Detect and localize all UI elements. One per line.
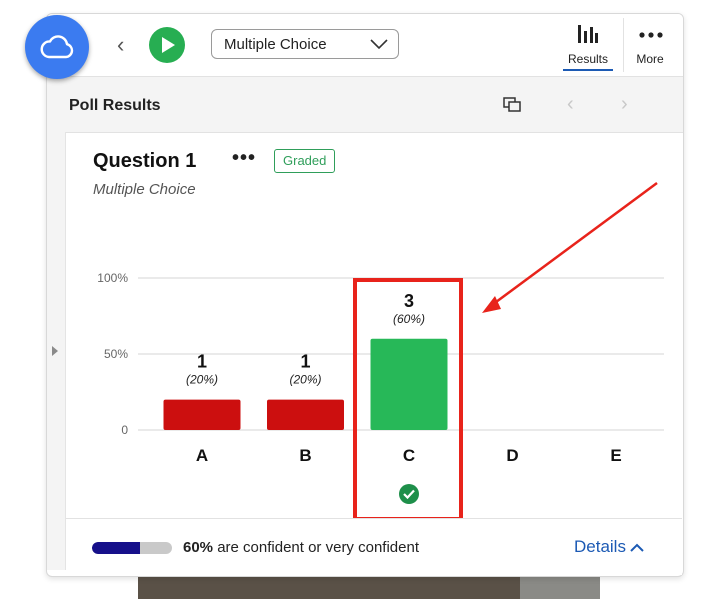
confidence-bar-fill [92,542,140,554]
chevron-up-icon [630,543,644,552]
annotation-arrow [482,181,658,313]
confidence-percent: 60% [183,539,214,556]
details-label: Details [574,537,626,556]
confidence-bar [92,542,172,554]
cloud-icon [40,35,74,59]
confidence-text: 60% are confident or very confident [183,539,419,556]
confidence-description: are confident or very confident [213,539,419,556]
app-logo[interactable] [25,15,89,79]
details-button[interactable]: Details [574,537,644,557]
confidence-footer: 60% are confident or very confident Deta… [66,518,682,575]
